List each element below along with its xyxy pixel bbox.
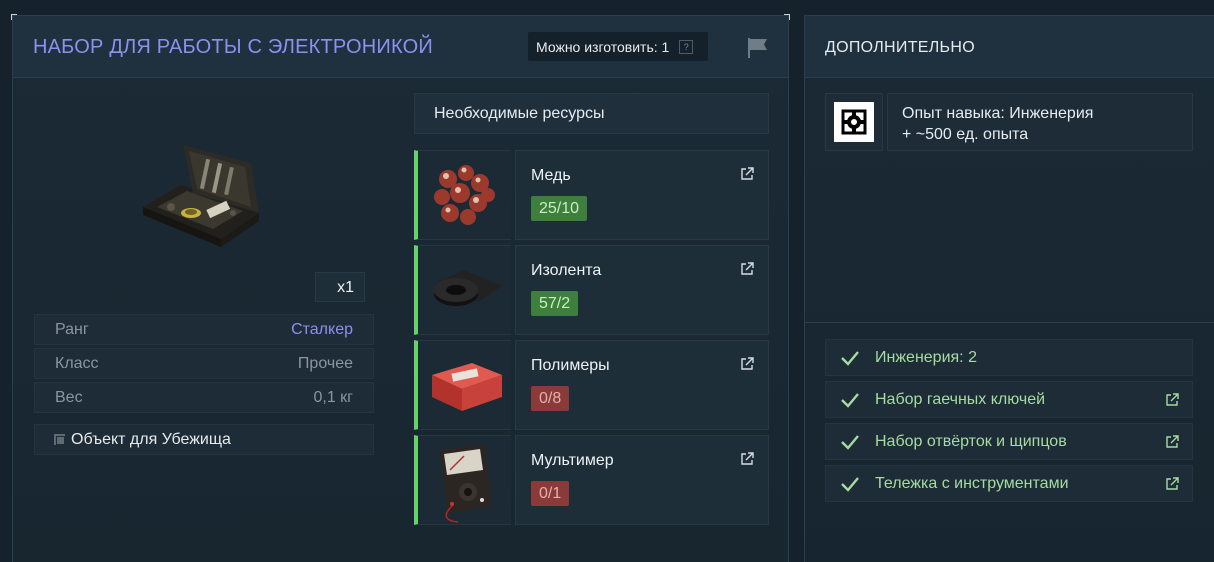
craft-header: НАБОР ДЛЯ РАБОТЫ С ЭЛЕКТРОНИКОЙ Можно из… — [13, 16, 788, 78]
external-link-icon[interactable] — [740, 262, 754, 276]
requirement-row[interactable]: Набор гаечных ключей — [825, 381, 1193, 418]
help-icon[interactable]: ? — [679, 39, 694, 54]
divider — [805, 322, 1214, 323]
resource-row-tape[interactable]: Изолента 57/2 — [414, 245, 769, 335]
external-link-icon[interactable] — [1165, 393, 1179, 407]
resource-info: Мультимер 0/1 — [515, 435, 769, 525]
requirement-row[interactable]: Набор отвёрток и щипцов — [825, 423, 1193, 460]
stat-row-weight: Вес 0,1 кг — [34, 382, 374, 413]
craft-available-badge: Можно изготовить: 1 ? — [528, 32, 708, 61]
external-link-icon[interactable] — [740, 167, 754, 181]
check-icon — [841, 434, 859, 450]
item-title: НАБОР ДЛЯ РАБОТЫ С ЭЛЕКТРОНИКОЙ — [33, 36, 433, 58]
requirement-label: Набор отвёрток и щипцов — [875, 432, 1067, 450]
craft-panel: НАБОР ДЛЯ РАБОТЫ С ЭЛЕКТРОНИКОЙ Можно из… — [11, 14, 790, 562]
tape-image — [414, 245, 511, 335]
resource-name: Изолента — [531, 262, 602, 279]
skill-exp-box: Опыт навыка: Инженерия + ~500 ед. опыта — [887, 93, 1193, 151]
resource-name: Полимеры — [531, 357, 610, 374]
requirement-label: Тележка с инструментами — [875, 474, 1069, 492]
additional-panel: ДОПОЛНИТЕЛЬНО Опыт навыка: Инженерия + ~… — [804, 15, 1214, 562]
external-link-icon[interactable] — [1165, 435, 1179, 449]
external-link-icon[interactable] — [740, 357, 754, 371]
resource-count: 0/8 — [531, 386, 570, 411]
skill-icon-box — [825, 93, 883, 151]
check-icon — [841, 392, 859, 408]
external-link-icon[interactable] — [740, 452, 754, 466]
stat-value: Сталкер — [291, 320, 353, 338]
stat-label: Класс — [55, 354, 99, 372]
resource-name: Мультимер — [531, 452, 614, 469]
resource-row-copper[interactable]: Медь 25/10 — [414, 150, 769, 240]
resource-row-multimeter[interactable]: Мультимер 0/1 — [414, 435, 769, 525]
resource-info: Медь 25/10 — [515, 150, 769, 240]
shelter-object-row: Объект для Убежища — [34, 424, 374, 455]
flag-icon[interactable] — [746, 37, 770, 59]
quantity-box: x1 — [315, 272, 365, 302]
craft-available-label: Можно изготовить: 1 — [536, 38, 670, 55]
gear-icon — [834, 102, 874, 142]
resource-name: Медь — [531, 167, 571, 184]
requirement-row: Инженерия: 2 — [825, 339, 1193, 376]
stat-value: Прочее — [297, 354, 353, 372]
electronics-kit-image — [143, 145, 259, 247]
additional-title: ДОПОЛНИТЕЛЬНО — [825, 39, 975, 56]
additional-header: ДОПОЛНИТЕЛЬНО — [805, 16, 1214, 78]
multimeter-image — [414, 435, 511, 525]
external-link-icon[interactable] — [1165, 477, 1179, 491]
requirement-label: Инженерия: 2 — [875, 348, 977, 366]
resource-count: 57/2 — [531, 291, 579, 316]
resources-header: Необходимые ресурсы — [414, 93, 769, 134]
copper-image — [414, 150, 511, 240]
resource-count: 25/10 — [531, 196, 588, 221]
check-icon — [841, 476, 859, 492]
skill-exp-title: Опыт навыка: Инженерия — [902, 105, 1094, 122]
shelter-icon — [54, 434, 65, 445]
resource-row-polymers[interactable]: Полимеры 0/8 — [414, 340, 769, 430]
stat-value: 0,1 кг — [313, 388, 353, 406]
skill-exp-value: + ~500 ед. опыта — [902, 126, 1029, 143]
stat-label: Вес — [55, 388, 83, 406]
requirement-label: Набор гаечных ключей — [875, 390, 1046, 408]
resource-info: Изолента 57/2 — [515, 245, 769, 335]
check-icon — [841, 350, 859, 366]
stat-row-rank: Ранг Сталкер — [34, 314, 374, 345]
stat-row-class: Класс Прочее — [34, 348, 374, 379]
requirement-row[interactable]: Тележка с инструментами — [825, 465, 1193, 502]
stat-label: Ранг — [55, 320, 89, 338]
polymers-image — [414, 340, 511, 430]
resource-count: 0/1 — [531, 481, 570, 506]
resource-info: Полимеры 0/8 — [515, 340, 769, 430]
shelter-label: Объект для Убежища — [71, 430, 231, 448]
